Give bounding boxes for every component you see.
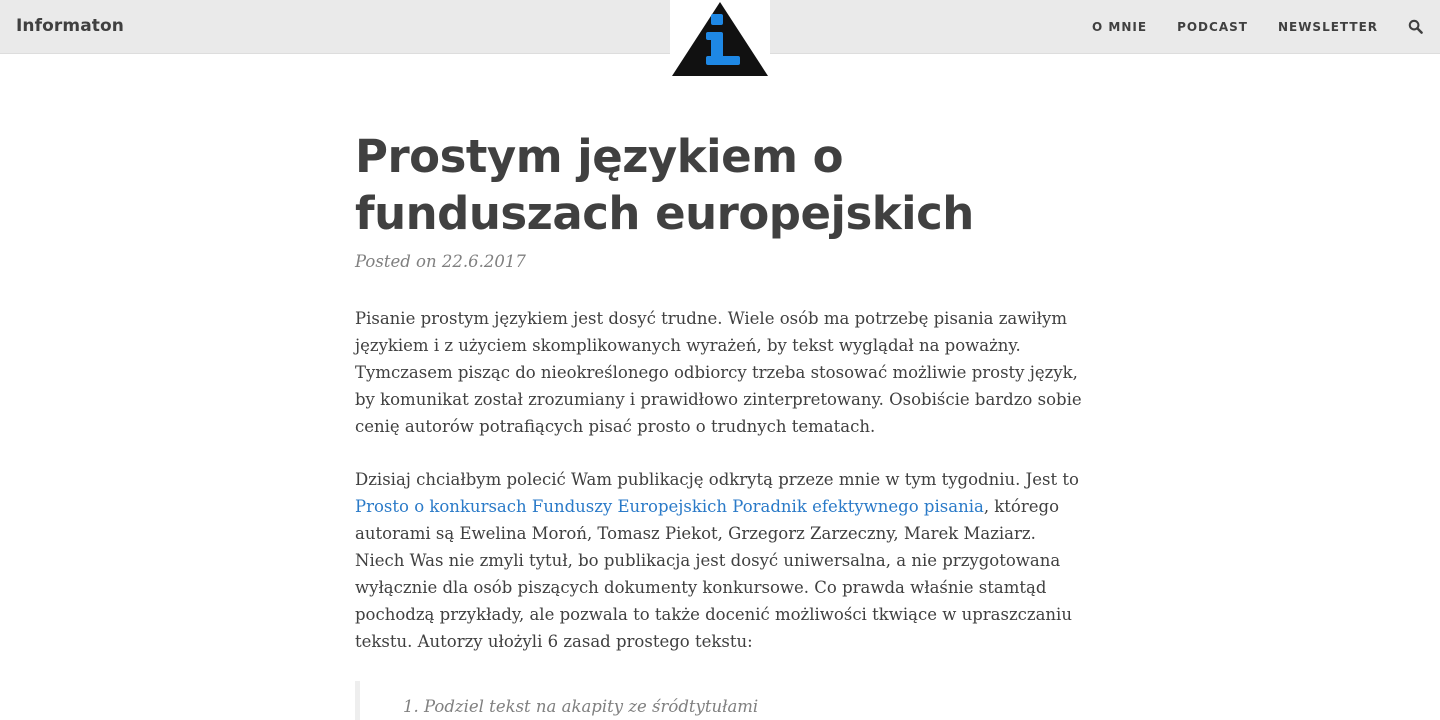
- post-date: Posted on 22.6.2017: [355, 252, 526, 271]
- search-icon[interactable]: [1408, 19, 1424, 35]
- info-triangle-icon: [672, 2, 768, 76]
- list-item: Podziel tekst na akapity ze śródtytułami: [424, 693, 1085, 720]
- rules-list: Podziel tekst na akapity ze śródtytułami: [402, 681, 1085, 720]
- paragraph: Dzisiaj chciałbym polecić Wam publikację…: [355, 466, 1085, 655]
- site-logo[interactable]: [670, 0, 770, 78]
- paragraph-text: , którego autorami są Ewelina Moroń, Tom…: [355, 497, 1072, 651]
- nav-item-o-mnie[interactable]: O MNIE: [1092, 20, 1147, 34]
- site-brand-link[interactable]: Informaton: [16, 16, 124, 36]
- article: Prostym językiem o funduszach europejski…: [355, 128, 1085, 720]
- post-title: Prostym językiem o funduszach europejski…: [355, 130, 974, 240]
- paragraph-text: Dzisiaj chciałbym polecić Wam publikację…: [355, 470, 1079, 489]
- nav-item-podcast[interactable]: PODCAST: [1177, 20, 1248, 34]
- rules-quote: Podziel tekst na akapity ze śródtytułami: [355, 681, 1085, 720]
- main-nav: O MNIE PODCAST NEWSLETTER: [1062, 19, 1424, 35]
- paragraph: Pisanie prostym językiem jest dosyć trud…: [355, 309, 1082, 436]
- post-body: Pisanie prostym językiem jest dosyć trud…: [355, 305, 1085, 720]
- nav-item-newsletter[interactable]: NEWSLETTER: [1278, 20, 1378, 34]
- publication-link[interactable]: Prosto o konkursach Funduszy Europejskic…: [355, 497, 984, 516]
